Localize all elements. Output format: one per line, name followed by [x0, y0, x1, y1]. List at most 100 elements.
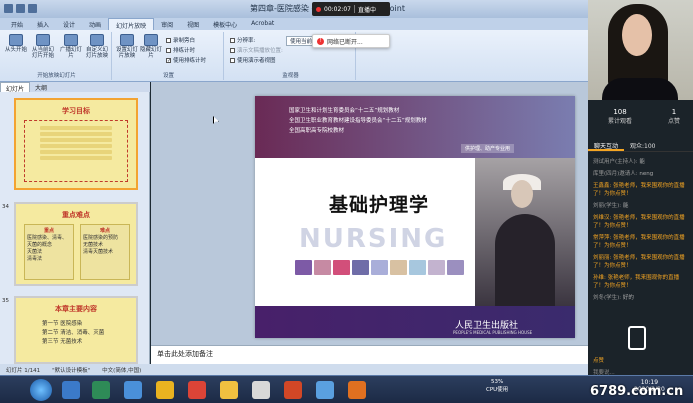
hide-slide-button[interactable]: 隐藏幻灯片 — [140, 34, 162, 59]
thumb-title: 本章主要内容 — [55, 305, 97, 313]
app-icon[interactable] — [252, 381, 270, 399]
custom-show-button[interactable]: 自定义幻灯片放映 — [84, 34, 110, 59]
phone-icon[interactable] — [628, 326, 646, 350]
group-start-slideshow: 从头开始 从当前幻灯片开始 广播幻灯片 自定义幻灯片放映 开始放映幻灯片 — [2, 32, 112, 80]
tab-slideshow[interactable]: 幻灯片放映 — [108, 18, 155, 30]
slide-line: 全国高职高专院校教材 — [289, 128, 345, 134]
tab-insert[interactable]: 插入 — [30, 18, 56, 30]
publisher-en: PEOPLE'S MEDICAL PUBLISHING HOUSE — [453, 330, 533, 335]
live-timer: 00:02:07 — [324, 5, 351, 13]
slide-line: 全国卫生职业教育教材建设指导委员会“十二五”规划教材 — [289, 118, 427, 124]
explorer-icon[interactable] — [62, 381, 80, 399]
image-strip — [295, 260, 464, 275]
app-icon[interactable] — [348, 381, 366, 399]
tab-home[interactable]: 开始 — [4, 18, 30, 30]
mouse-cursor-icon — [213, 116, 219, 124]
chat-message: 刘丽(学生): 能 — [593, 203, 629, 209]
stats-row: 108 累计观看 1 点赞 — [588, 104, 693, 138]
tab-view[interactable]: 视图 — [180, 18, 206, 30]
watermark: 6789.com.cn — [590, 384, 684, 399]
save-icon[interactable] — [16, 4, 25, 13]
app-icon[interactable] — [124, 381, 142, 399]
strip-image — [409, 260, 426, 275]
presenter-view-checkbox[interactable]: 使用演示者视图 — [230, 56, 276, 64]
app-icon[interactable] — [316, 381, 334, 399]
tab-animation[interactable]: 动画 — [82, 18, 108, 30]
slide-counter: 幻灯片 1/141 — [6, 368, 41, 374]
powerpoint-icon[interactable] — [284, 381, 302, 399]
chat-message: 刘冬(学生): 好的 — [593, 295, 634, 301]
tab-acrobat[interactable]: Acrobat — [244, 18, 281, 30]
quick-access-toolbar[interactable] — [4, 4, 52, 14]
network-toast: ! 网络已断开... — [312, 34, 390, 48]
slide-number: 35 — [2, 298, 9, 304]
slide-thumb-35[interactable]: 本章主要内容 第一节 医院感染 第二节 清洁、消毒、灭菌 第三节 无菌技术 — [14, 296, 138, 364]
record-narration-button[interactable]: 录制旁白 — [166, 36, 195, 44]
chat-message: 刘维汉: 张艳老师，我来围观你的直播了！为你点赞！ — [593, 215, 685, 229]
portrait-body — [495, 214, 555, 306]
slide-thumb-33[interactable]: 学习目标 — [14, 98, 138, 190]
rehearse-timing-button[interactable]: 排练计时 — [166, 46, 195, 54]
tab-review[interactable]: 审阅 — [154, 18, 180, 30]
slide-number: 34 — [2, 204, 9, 210]
tab-design[interactable]: 设计 — [56, 18, 82, 30]
chrome-icon[interactable] — [188, 381, 206, 399]
notes-pane[interactable]: 单击此处添加备注 — [151, 345, 588, 364]
toc-item: 第一节 医院感染 — [42, 321, 83, 327]
group-label: 设置 — [162, 73, 174, 79]
display-icon — [230, 47, 235, 53]
strip-image — [447, 260, 464, 275]
monitor-icon — [230, 37, 235, 43]
from-current-button[interactable]: 从当前幻灯片开始 — [30, 34, 56, 59]
like-button[interactable]: 点赞 — [593, 358, 604, 364]
setup-show-button[interactable]: 设置幻灯片放映 — [116, 34, 138, 59]
slide-thumb-34[interactable]: 重点难点 重点 医院感染、清毒、灭菌的概念 灭菌法 清毒法 难点 医院感染的预防… — [14, 202, 138, 286]
title-bar: 第四章-医院感染 — Microsoft PowerPoint — [0, 0, 588, 18]
text-line — [40, 126, 112, 130]
broadcast-button[interactable]: 广播幻灯片 — [58, 34, 84, 59]
office-logo-icon[interactable] — [4, 4, 13, 13]
use-timings-checkbox[interactable]: ✓ 使用排练计时 — [166, 56, 206, 64]
tab-slides[interactable]: 幻灯片 — [0, 82, 31, 93]
strip-image — [371, 260, 388, 275]
tab-audience[interactable]: 观众:100 — [624, 138, 661, 151]
theme-name: "默认设计模板" — [52, 368, 91, 374]
app-icon[interactable] — [156, 381, 174, 399]
show-on-select[interactable]: 演示文稿播放位置: — [230, 46, 283, 54]
chat-message: 王鑫鑫: 张艳老师，我来围观你的直播了！为你点赞！ — [593, 183, 685, 197]
toc-item: 第三节 无菌技术 — [42, 339, 83, 345]
tab-outline[interactable]: 大纲 — [30, 82, 52, 92]
timer-icon — [166, 47, 171, 53]
current-slide[interactable]: 国家卫生和计划生育委员会“十二五”规划教材 全国卫生职业教育教材建设指导委员会“… — [255, 96, 575, 338]
text-line — [40, 144, 112, 148]
start-button-icon[interactable] — [30, 379, 52, 401]
strip-image — [352, 260, 369, 275]
strip-image — [333, 260, 350, 275]
live-dot-icon — [316, 6, 321, 12]
slide-line: 国家卫生和计划生育委员会“十二五”规划教材 — [289, 108, 400, 114]
chat-message: 库里(四月)邀请人: neng — [593, 171, 654, 177]
folder-icon[interactable] — [220, 381, 238, 399]
portrait-face — [511, 180, 533, 208]
chat-message: 刘丽丽: 张艳老师，我来围观你的直播了！为你点赞！ — [593, 255, 685, 269]
nightingale-portrait — [475, 158, 575, 306]
views-stat: 108 累计观看 — [608, 108, 633, 125]
app-icon[interactable] — [92, 381, 110, 399]
webcam-feed — [588, 0, 693, 100]
status-bar: 幻灯片 1/141 "默认设计模板" 中文(简体,中国) — [0, 364, 588, 375]
resolution-label: 分辨率: — [230, 36, 255, 44]
mic-icon — [166, 37, 171, 43]
strip-image — [314, 260, 331, 275]
chat-list[interactable]: 测试用户(主持人): 能 库里(四月)邀请人: neng 王鑫鑫: 张艳老师，我… — [588, 156, 693, 346]
text-line — [40, 150, 112, 154]
from-beginning-button[interactable]: 从头开始 — [4, 34, 28, 53]
chat-message: 常萍萍: 张艳老师，我来围观你的直播了！为你点赞！ — [593, 235, 685, 249]
group-label: 监视器 — [282, 73, 299, 79]
tab-chat[interactable]: 聊天互动 — [588, 138, 625, 151]
slideshow-current-icon — [36, 34, 50, 46]
slide-editor[interactable]: 国家卫生和计划生育委员会“十二五”规划教材 全国卫生职业教育教材建设指导委员会“… — [151, 82, 588, 345]
presenter-face — [622, 14, 652, 56]
checkbox-checked-icon: ✓ — [166, 57, 172, 64]
undo-icon[interactable] — [28, 4, 37, 13]
tab-template-center[interactable]: 模板中心 — [206, 18, 244, 30]
